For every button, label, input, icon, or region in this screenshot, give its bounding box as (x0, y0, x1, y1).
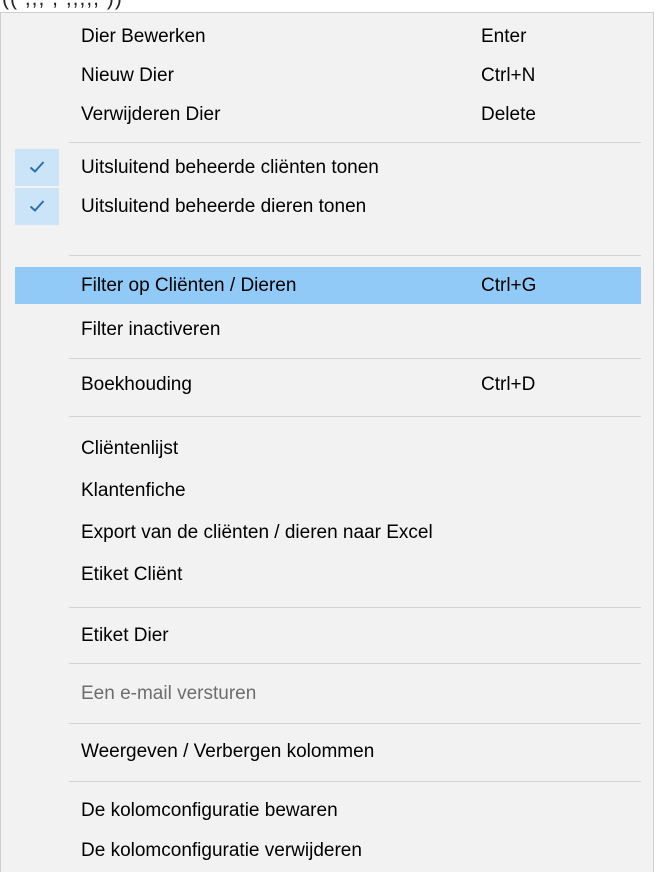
menu-item-boekhouding[interactable]: Boekhouding Ctrl+D (15, 366, 641, 403)
menu-separator (69, 723, 641, 724)
menu-item-etiket-dier[interactable]: Etiket Dier (15, 617, 641, 654)
menu-item-label: Etiket Cliënt (81, 564, 183, 585)
menu-item-label: Dier Bewerken (81, 26, 206, 47)
menu-item-klantenfiche[interactable]: Klantenfiche (15, 472, 641, 509)
menu-item-etiket-client[interactable]: Etiket Cliënt (15, 556, 641, 593)
menu-separator (69, 255, 641, 256)
menu-item-label: Een e-mail versturen (81, 683, 257, 704)
menu-item-label: De kolomconfiguratie verwijderen (81, 840, 362, 861)
checkmark-icon (29, 161, 45, 173)
checkmark-icon (29, 200, 45, 212)
menu-item-clientenlijst[interactable]: Cliëntenlijst (15, 430, 641, 467)
menu-item-label: Klantenfiche (81, 480, 186, 501)
check-background (15, 188, 59, 225)
menu-item-kolomconfiguratie-verwijderen[interactable]: De kolomconfiguratie verwijderen (15, 832, 641, 869)
menu-item-verwijderen-dier[interactable]: Verwijderen Dier Delete (15, 96, 641, 133)
check-background (15, 149, 59, 186)
menu-item-label: Filter inactiveren (81, 319, 221, 340)
menu-separator (69, 663, 641, 664)
menu-separator (69, 607, 641, 608)
clipped-text: (( ,,, , ,,,,, )) (2, 0, 123, 11)
menu-separator (69, 416, 641, 417)
menu-item-kolommen-weergeven[interactable]: Weergeven / Verbergen kolommen (15, 733, 641, 770)
menu-item-kolomconfiguratie-bewaren[interactable]: De kolomconfiguratie bewaren (15, 792, 641, 829)
menu-separator (69, 781, 641, 782)
menu-item-shortcut: Ctrl+G (481, 275, 537, 296)
menu-item-beheerde-dieren[interactable]: Uitsluitend beheerde dieren tonen (15, 188, 641, 225)
menu-item-shortcut: Delete (481, 104, 536, 125)
menu-item-label: Cliëntenlijst (81, 438, 179, 459)
menu-item-export-excel[interactable]: Export van de cliënten / dieren naar Exc… (15, 514, 641, 551)
menu-item-label: Filter op Cliënten / Dieren (81, 275, 297, 296)
context-menu: Dier Bewerken Enter Nieuw Dier Ctrl+N Ve… (0, 12, 654, 872)
menu-item-label: Boekhouding (81, 374, 192, 395)
menu-item-dier-bewerken[interactable]: Dier Bewerken Enter (15, 18, 641, 55)
menu-item-nieuw-dier[interactable]: Nieuw Dier Ctrl+N (15, 57, 641, 94)
menu-item-beheerde-clienten[interactable]: Uitsluitend beheerde cliënten tonen (15, 149, 641, 186)
menu-item-shortcut: Enter (481, 26, 527, 47)
menu-separator (69, 142, 641, 143)
menu-item-label: Nieuw Dier (81, 65, 174, 86)
menu-item-label: Verwijderen Dier (81, 104, 221, 125)
menu-item-shortcut: Ctrl+D (481, 374, 536, 395)
menu-item-label: Uitsluitend beheerde dieren tonen (81, 196, 367, 217)
menu-item-email-versturen: Een e-mail versturen (15, 675, 641, 712)
menu-item-label: Uitsluitend beheerde cliënten tonen (81, 157, 379, 178)
menu-item-filter-clienten-dieren[interactable]: Filter op Cliënten / Dieren Ctrl+G (15, 267, 641, 304)
menu-item-label: Weergeven / Verbergen kolommen (81, 741, 375, 762)
menu-item-label: De kolomconfiguratie bewaren (81, 800, 338, 821)
menu-item-label: Export van de cliënten / dieren naar Exc… (81, 522, 433, 543)
partially-visible-header: (( ,,, , ,,,,, )) (0, 0, 655, 12)
menu-item-shortcut: Ctrl+N (481, 65, 536, 86)
menu-item-filter-inactiveren[interactable]: Filter inactiveren (15, 311, 641, 348)
menu-item-label: Etiket Dier (81, 625, 169, 646)
menu-separator (69, 358, 641, 359)
